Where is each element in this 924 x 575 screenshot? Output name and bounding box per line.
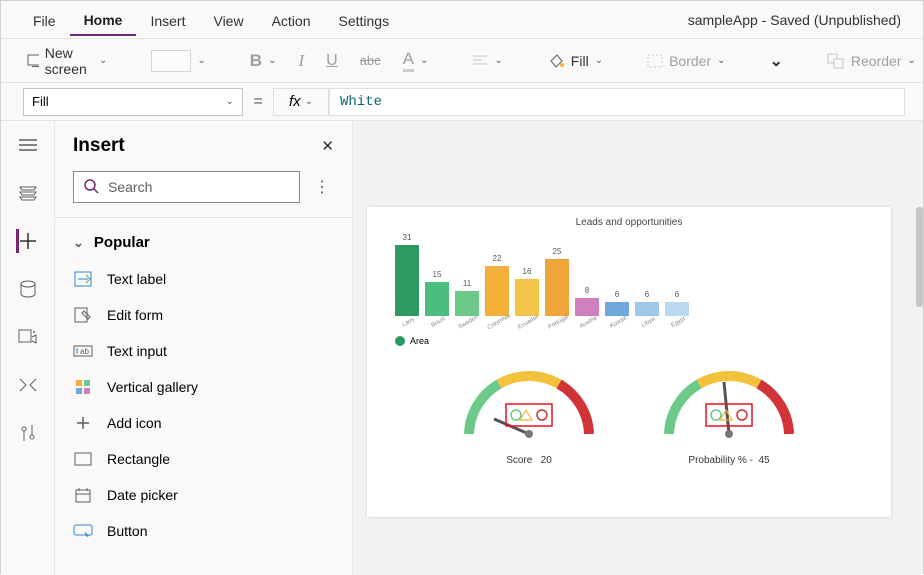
hamburger-icon[interactable] (16, 133, 40, 157)
align-icon (472, 54, 488, 68)
underline-button[interactable]: U (318, 48, 346, 74)
new-screen-button[interactable]: New screen ⌄ (19, 41, 115, 81)
menu-view[interactable]: View (199, 5, 257, 35)
reorder-button[interactable]: Reorder⌄ (819, 49, 924, 73)
text-input-icon: ab (73, 341, 93, 361)
reorder-icon (827, 53, 845, 69)
menu-bar: File Home Insert View Action Settings sa… (1, 1, 923, 39)
menu-file[interactable]: File (19, 5, 70, 35)
list-item-text-label[interactable]: Text label (55, 261, 352, 297)
list-item-add-icon[interactable]: Add icon (55, 405, 352, 441)
menu-settings[interactable]: Settings (325, 5, 404, 35)
data-icon[interactable] (16, 277, 40, 301)
list-item-text-input[interactable]: ab Text input (55, 333, 352, 369)
tree-view-icon[interactable] (16, 181, 40, 205)
gauge-score: Score 20 (454, 364, 604, 466)
equals-sign: = (243, 93, 273, 111)
bold-button[interactable]: B⌄ (242, 47, 285, 75)
property-selector[interactable]: Fill ⌄ (23, 88, 243, 116)
search-icon (84, 179, 100, 195)
formula-bar: Fill ⌄ = fx⌄ White (1, 83, 923, 121)
strikethrough-button[interactable]: abc (352, 49, 389, 72)
rectangle-icon (73, 449, 93, 469)
media-icon[interactable] (16, 325, 40, 349)
tools-icon[interactable] (16, 421, 40, 445)
button-icon (73, 521, 93, 541)
align-button[interactable]: ⌄ (464, 50, 510, 72)
more-options-icon[interactable]: ⋮ (310, 173, 334, 201)
edit-form-icon (73, 305, 93, 325)
scrollbar[interactable] (916, 207, 923, 307)
close-icon[interactable]: ✕ (321, 137, 334, 155)
add-icon-icon (73, 413, 93, 433)
variables-icon[interactable] (16, 373, 40, 397)
insert-rail-icon[interactable] (16, 229, 40, 253)
list-item-vertical-gallery[interactable]: Vertical gallery (55, 369, 352, 405)
text-label-icon (73, 269, 93, 289)
menu-action[interactable]: Action (258, 5, 325, 35)
search-input[interactable]: Search (73, 171, 300, 203)
border-button[interactable]: Border⌄ (639, 49, 733, 73)
gauge-probability: Probability % - 45 (654, 364, 804, 466)
italic-button[interactable]: I (290, 47, 312, 75)
chart-legend: Area (395, 336, 873, 346)
font-color-button[interactable]: A⌄ (395, 45, 437, 76)
list-item-date-picker[interactable]: Date picker (55, 477, 352, 513)
insert-item-list: ⌄ Popular Text label Edit form ab Text i… (55, 217, 352, 575)
left-nav-rail (1, 121, 55, 575)
formula-input[interactable]: White (329, 88, 905, 116)
bar-chart-axis: LaosBrazilSwedenColombiaEcuadorPortugalA… (395, 320, 873, 326)
menu-insert[interactable]: Insert (136, 5, 199, 35)
chevron-down-icon: ⌄ (99, 55, 107, 66)
group-popular[interactable]: ⌄ Popular (55, 224, 352, 261)
svg-text:ab: ab (80, 347, 89, 356)
new-screen-icon (27, 54, 39, 68)
bar-chart: 3115112216258666 (395, 236, 873, 316)
list-item-rectangle[interactable]: Rectangle (55, 441, 352, 477)
ribbon-toolbar: New screen ⌄ ⌄ B⌄ I U abc A⌄ ⌄ Fill⌄ Bor… (1, 39, 923, 83)
fill-button[interactable]: Fill⌄ (539, 49, 611, 73)
chart-title: Leads and opportunities (385, 217, 873, 228)
pane-title: Insert (73, 135, 125, 157)
canvas-area[interactable]: Leads and opportunities 3115112216258666… (353, 121, 923, 575)
chevron-down-icon: ⌄ (73, 235, 84, 251)
vertical-gallery-icon (73, 377, 93, 397)
theme-color-button[interactable]: ⌄ (143, 46, 213, 76)
chevron-down-icon: ⌄ (226, 96, 234, 107)
border-icon (647, 54, 663, 68)
expand-chevron-button[interactable]: ⌄ (762, 47, 791, 75)
fx-button[interactable]: fx⌄ (273, 88, 329, 116)
menu-home[interactable]: Home (70, 4, 137, 36)
app-status: sampleApp - Saved (Unpublished) (688, 12, 905, 28)
paint-bucket-icon (547, 53, 565, 69)
list-item-edit-form[interactable]: Edit form (55, 297, 352, 333)
date-picker-icon (73, 485, 93, 505)
app-screen[interactable]: Leads and opportunities 3115112216258666… (367, 207, 891, 517)
insert-pane: Insert ✕ Search ⋮ ⌄ Popular Text label E… (55, 121, 353, 575)
list-item-button[interactable]: Button (55, 513, 352, 549)
